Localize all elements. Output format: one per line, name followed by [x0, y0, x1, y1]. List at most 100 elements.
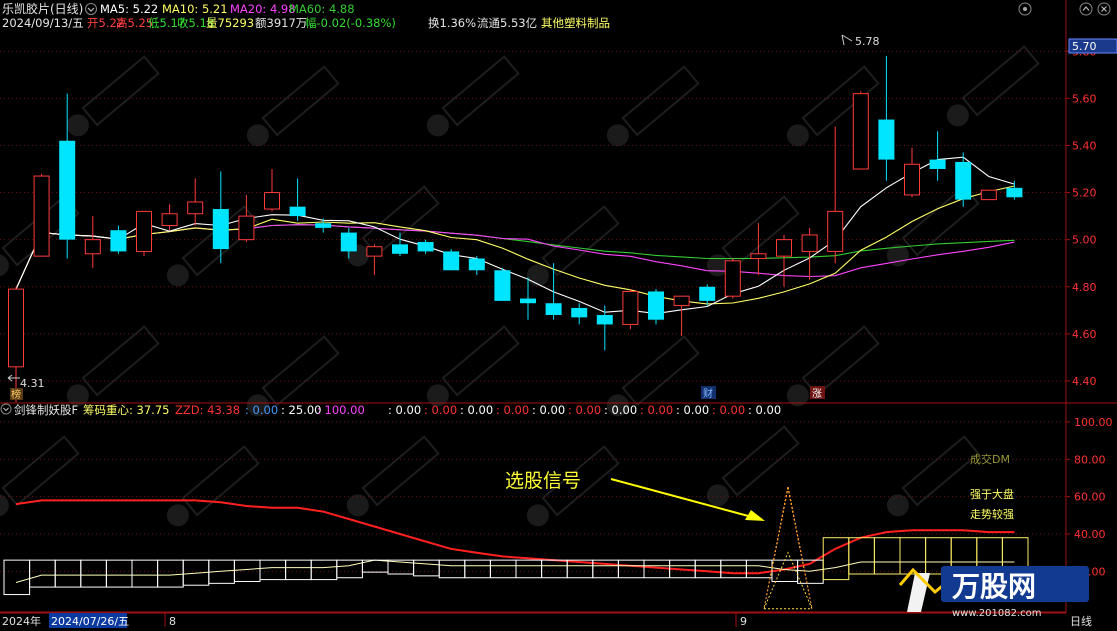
- candlestick[interactable]: [161, 204, 178, 231]
- strong-trend-label: 走势较强: [970, 507, 1014, 521]
- candle-body: [980, 189, 997, 201]
- signal-lattice-line: [763, 487, 789, 609]
- candlestick[interactable]: [904, 147, 920, 198]
- date-axis: 2024年 2024/07/26/五 8 9 日线: [0, 612, 1092, 628]
- chip-center-value: 筹码重心: 37.75: [83, 403, 169, 417]
- candle-body: [238, 215, 255, 241]
- indicator-bar: [285, 559, 312, 581]
- candlestick[interactable]: [622, 289, 639, 330]
- candlestick[interactable]: [699, 284, 716, 306]
- quote-date: 2024/09/13/五: [2, 16, 84, 30]
- brand-logo-mark: [907, 573, 930, 612]
- stock-name[interactable]: 乐凯胶片(日线): [2, 1, 83, 16]
- candle-body: [8, 288, 24, 368]
- indicator-value: : 0.00: [712, 403, 745, 417]
- indicator-bar: [336, 559, 363, 579]
- candlestick[interactable]: [84, 216, 101, 268]
- watermark-mark: [0, 435, 80, 517]
- scroll-up-icon[interactable]: [1079, 2, 1093, 16]
- candlestick[interactable]: [136, 210, 152, 257]
- price-tick-label: 4.60: [1072, 328, 1097, 341]
- indicator-bar: [259, 559, 287, 581]
- candlestick[interactable]: [238, 194, 255, 243]
- watermark-box: [1, 435, 80, 507]
- candlestick[interactable]: [648, 289, 664, 325]
- candlestick[interactable]: [468, 256, 485, 275]
- candlestick[interactable]: [366, 244, 383, 275]
- candle-body: [648, 291, 664, 320]
- indicator-bar: [694, 559, 722, 579]
- watermark-box: [801, 325, 880, 397]
- candle-body: [750, 253, 767, 259]
- badge-zhang[interactable]: 涨: [812, 388, 822, 400]
- signal-lattice-inner: [763, 551, 813, 609]
- price-tick-label: 5.00: [1072, 234, 1097, 247]
- chart-canvas[interactable]: 5.805.605.405.205.004.804.604.40 100.008…: [0, 0, 1117, 631]
- candlestick[interactable]: [33, 173, 50, 257]
- candle-body: [289, 206, 306, 217]
- period-label[interactable]: 日线: [1070, 614, 1092, 628]
- volume-dm-label: 成交DM: [970, 452, 1010, 466]
- settings-icon[interactable]: [1018, 2, 1032, 16]
- stock-chart-window: 5.805.605.405.205.004.804.604.40 100.008…: [0, 0, 1117, 631]
- candlestick[interactable]: [776, 234, 792, 287]
- candlestick[interactable]: [750, 223, 767, 275]
- indicator-name[interactable]: 剑锋制妖股F: [14, 403, 78, 417]
- candle-body: [929, 159, 946, 169]
- badge-bang[interactable]: 榜: [11, 388, 21, 401]
- indicator-header: 剑锋制妖股F 筹码重心: 37.75 ZZD: 43.38 : 0.00: 25…: [0, 403, 781, 417]
- indicator-bar: [413, 559, 440, 577]
- candle-body: [468, 258, 485, 271]
- candlestick[interactable]: [289, 178, 306, 221]
- candlestick[interactable]: [1006, 180, 1023, 200]
- close-icon[interactable]: [1097, 2, 1111, 16]
- watermark-box: [261, 65, 340, 137]
- indicator-collapse-icon[interactable]: [0, 403, 12, 415]
- candlestick[interactable]: [980, 189, 997, 201]
- candle-body: [59, 140, 76, 240]
- month-label-8: 8: [169, 615, 176, 628]
- candlestick[interactable]: [878, 55, 895, 181]
- indicator-bar: [131, 559, 159, 588]
- watermark-mark: [166, 445, 260, 527]
- window-controls: [1018, 2, 1111, 16]
- candlestick[interactable]: [264, 169, 280, 212]
- indicator-bar: [745, 559, 773, 579]
- candlestick[interactable]: [673, 295, 690, 337]
- collapse-icon[interactable]: [85, 3, 97, 15]
- candlestick[interactable]: [494, 267, 511, 301]
- signal-label: 选股信号: [505, 470, 581, 492]
- indicator-value-list: : 0.00: 25.00: 100.00: 0.00: 0.00: 0.00:…: [245, 403, 781, 417]
- candlestick[interactable]: [571, 303, 588, 325]
- quote-change: 幅-0.02(-0.38%): [305, 16, 396, 30]
- candlestick[interactable]: [724, 258, 741, 299]
- candlestick[interactable]: [852, 91, 869, 170]
- date-axis-year: 2024年: [2, 614, 41, 628]
- brand-url: www.201082.com: [952, 608, 1042, 619]
- quote-sector[interactable]: 其他塑料制品: [541, 16, 610, 30]
- indicator-tick-label: 80.00: [1074, 453, 1106, 466]
- candle-body: [417, 242, 434, 252]
- candlestick[interactable]: [929, 131, 946, 181]
- watermark-box: [361, 435, 440, 507]
- indicator-tick-label: 100.00: [1074, 416, 1113, 429]
- candlestick[interactable]: [827, 126, 844, 264]
- candlestick[interactable]: [187, 178, 204, 226]
- candle-body: [827, 210, 844, 252]
- candle-body: [187, 201, 204, 215]
- indicator-value: : 0.00: [604, 403, 637, 417]
- indicator-bar: [157, 559, 184, 588]
- indicator-value: : 0.00: [424, 403, 457, 417]
- high-marker-arrow: [841, 34, 853, 46]
- current-price-value: 5.70: [1072, 40, 1097, 53]
- candlestick[interactable]: [443, 249, 460, 271]
- candlestick[interactable]: [110, 225, 127, 254]
- signal-arrow-head: [745, 510, 765, 521]
- candlestick[interactable]: [417, 239, 434, 254]
- candle-body: [315, 223, 332, 228]
- candlestick[interactable]: [955, 152, 972, 207]
- indicator-bar: [848, 537, 875, 575]
- candle-body: [264, 192, 280, 210]
- date-cursor[interactable]: 2024/07/26/五: [51, 615, 129, 628]
- badge-cai[interactable]: 财: [703, 387, 713, 400]
